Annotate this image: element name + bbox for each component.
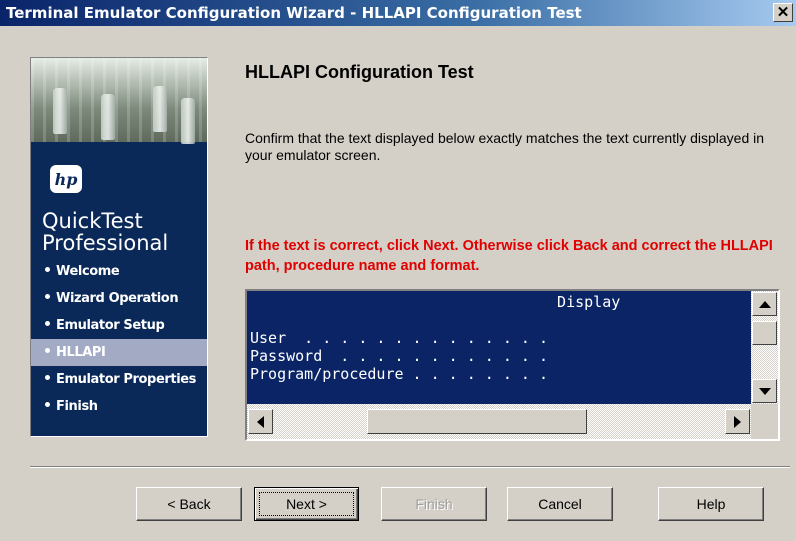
wizard-steps: Welcome Wizard Operation Emulator Setup … — [31, 258, 207, 420]
arrow-down-icon — [758, 387, 771, 395]
arrow-right-icon — [734, 415, 741, 428]
arrow-up-icon — [758, 300, 771, 308]
horizontal-scrollbar[interactable] — [247, 404, 751, 439]
product-name-line2: Professional — [42, 231, 169, 255]
emulator-screen-preview[interactable]: Display User . . . . . . . . . . . . . .… — [245, 289, 780, 441]
wizard-sidebar: hp QuickTest Professional Welcome Wizard… — [30, 57, 208, 437]
photo-bottle — [153, 86, 167, 132]
separator-line — [30, 466, 790, 468]
cancel-button-label: Cancel — [538, 496, 582, 512]
help-button-label: Help — [696, 496, 726, 512]
step-wizard-operation: Wizard Operation — [31, 285, 207, 312]
step-finish: Finish — [31, 393, 207, 420]
arrow-left-icon — [257, 415, 264, 428]
title-bar[interactable]: Terminal Emulator Configuration Wizard -… — [0, 0, 796, 26]
product-name: QuickTest Professional — [42, 210, 168, 254]
step-emulator-properties: Emulator Properties — [31, 366, 207, 393]
vertical-scroll-thumb[interactable] — [752, 321, 777, 345]
finish-button: Finish — [381, 487, 487, 521]
warning-text: If the text is correct, click Next. Othe… — [245, 238, 773, 274]
hp-logo-text: hp — [54, 169, 78, 189]
hp-logo: hp — [50, 165, 82, 193]
cancel-button[interactable]: Cancel — [507, 487, 613, 521]
bullet-icon — [45, 267, 50, 272]
step-welcome: Welcome — [31, 258, 207, 285]
close-icon[interactable]: ✕ — [773, 3, 793, 22]
wizard-window: Terminal Emulator Configuration Wizard -… — [0, 0, 796, 541]
window-title: Terminal Emulator Configuration Wizard -… — [6, 4, 582, 22]
next-button[interactable]: Next > — [254, 487, 359, 521]
scroll-right-button[interactable] — [725, 409, 750, 434]
back-button[interactable]: < Back — [136, 487, 242, 521]
step-label: Emulator Properties — [56, 372, 197, 387]
step-hllapi: HLLAPI — [31, 339, 207, 366]
bullet-icon — [45, 375, 50, 380]
emulator-screen-text: Display User . . . . . . . . . . . . . .… — [250, 293, 621, 383]
photo-bottle — [53, 88, 67, 134]
emulator-screen: Display User . . . . . . . . . . . . . .… — [247, 291, 751, 404]
photo-bottle — [101, 94, 115, 140]
step-emulator-setup: Emulator Setup — [31, 312, 207, 339]
product-name-line1: QuickTest — [42, 209, 143, 233]
scroll-left-button[interactable] — [248, 409, 273, 434]
horizontal-scroll-thumb[interactable] — [367, 409, 587, 434]
step-label: Welcome — [56, 264, 120, 279]
scroll-down-button[interactable] — [752, 379, 777, 403]
focus-rect — [259, 492, 354, 516]
step-label: Finish — [56, 399, 98, 414]
bullet-icon — [45, 294, 50, 299]
vertical-scrollbar[interactable] — [751, 291, 778, 404]
back-button-label: < Back — [167, 496, 211, 512]
photo-bottle — [181, 98, 195, 144]
bullet-icon — [45, 402, 50, 407]
scroll-up-button[interactable] — [752, 292, 777, 316]
instruction-text: Confirm that the text displayed below ex… — [245, 130, 765, 163]
scrollbar-corner — [751, 404, 778, 439]
help-button[interactable]: Help — [658, 487, 764, 521]
bullet-icon — [45, 321, 50, 326]
page-title: HLLAPI Configuration Test — [245, 62, 474, 82]
step-label: Emulator Setup — [56, 318, 165, 333]
step-label: Wizard Operation — [56, 291, 179, 306]
bullet-icon — [45, 348, 50, 353]
header-photo — [31, 58, 207, 144]
finish-button-label: Finish — [415, 496, 453, 512]
step-label: HLLAPI — [56, 345, 106, 360]
